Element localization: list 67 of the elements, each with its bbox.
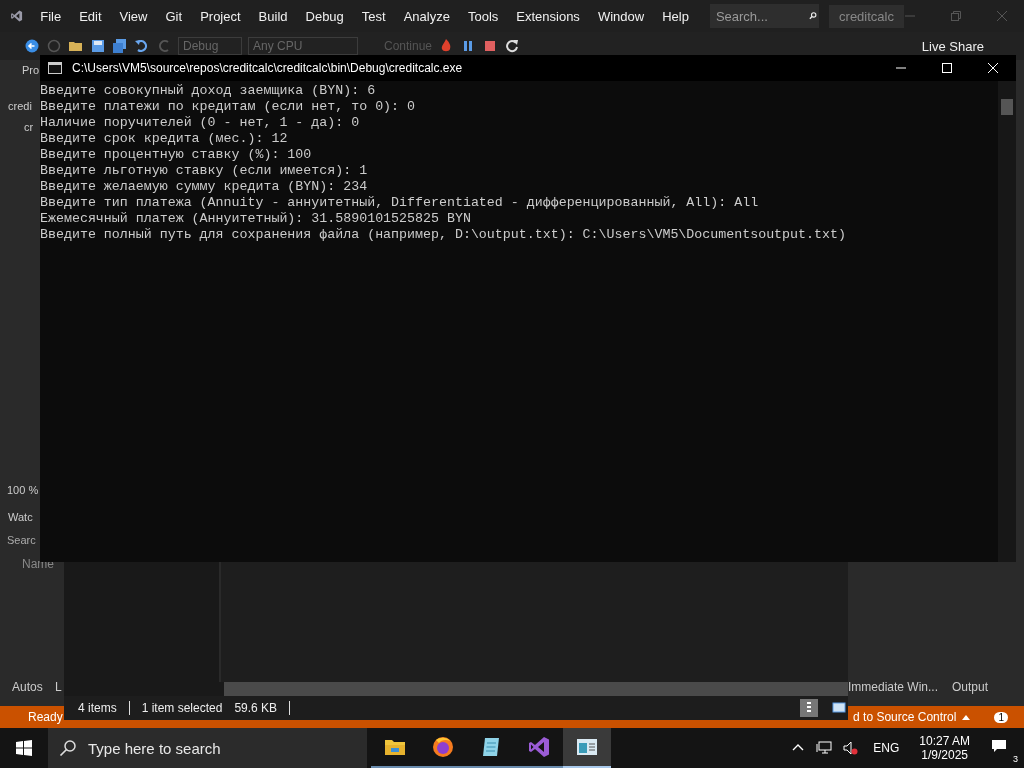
window-title: C:\Users\VM5\source\repos\creditcalc\creditcalc\bin\Debug\creditcalc.exe — [72, 61, 463, 75]
menu-item[interactable]: Extensions — [507, 8, 589, 24]
clock-time[interactable]: 10:27 AM — [919, 734, 970, 748]
search-field[interactable]: Type here to search — [88, 728, 367, 768]
watch-search-field[interactable]: Searc — [7, 534, 36, 546]
taskbar-app[interactable] — [563, 728, 611, 768]
watch-title: Watc — [8, 511, 33, 523]
item-count: 4 items — [78, 701, 117, 715]
live-share-button[interactable]: Live Share — [921, 38, 984, 54]
solution-tree-item[interactable]: credi — [8, 100, 32, 112]
network-icon[interactable] — [816, 740, 833, 756]
language-indicator[interactable]: ENG — [873, 741, 900, 755]
menu-item[interactable]: Debug — [296, 8, 353, 24]
file-size: 59.6 KB — [234, 701, 278, 715]
panel-tab[interactable]: Immediate Win... — [848, 680, 939, 694]
notification-icon[interactable] — [991, 738, 1007, 754]
browser-icon — [431, 735, 455, 759]
menu-item[interactable]: Project — [191, 8, 250, 24]
menu-item[interactable]: Edit — [70, 8, 111, 24]
source-control-button[interactable]: d to Source Control — [853, 710, 957, 724]
panel-tab[interactable]: Output — [952, 680, 989, 694]
selection-info: 1 item selected — [141, 701, 223, 715]
menu-item[interactable]: Test — [352, 8, 395, 24]
clock-date[interactable]: 1/9/2025 — [921, 748, 968, 762]
back-icon[interactable] — [24, 38, 40, 54]
maximize-icon[interactable] — [941, 62, 953, 74]
console-line: Наличие поручителей (0 - нет, 1 - да): 0 — [40, 115, 361, 131]
ide-icon — [527, 735, 551, 759]
console-line: Введите платежи по кредитам (если нет, то 0): 0 — [40, 99, 417, 115]
console-line: Введите полный путь для сохранения файла (например, D:\output.txt): C:\Users\VM5\Documentsoutput.txt) — [40, 227, 847, 243]
muted-speaker-icon[interactable] — [842, 740, 859, 756]
solution-name: creditcalc — [829, 4, 904, 28]
restart-icon[interactable] — [504, 38, 521, 54]
status-text: Ready — [28, 710, 63, 724]
menu-item[interactable]: File — [31, 8, 71, 24]
notification-badge[interactable]: 1 — [994, 711, 1008, 723]
console-line: Введите льготную ставку (если имеется): 1 — [40, 163, 369, 179]
menu-item[interactable]: Window — [588, 8, 654, 24]
menu-item[interactable]: Build — [249, 8, 297, 24]
solution-tree-item[interactable]: cr — [24, 121, 34, 133]
console-line: Введите процентную ставку (%): 100 — [40, 147, 313, 163]
menu-item[interactable]: View — [110, 8, 157, 24]
console-line: Введите совокупный доход заемщика (BYN): 6 — [40, 83, 377, 99]
details-view-icon[interactable] — [800, 699, 818, 717]
undo-icon[interactable] — [134, 38, 150, 54]
menu-item[interactable]: Git — [156, 8, 192, 24]
console-line: Ежемесячный платеж (Аннуитетный): 31.5890101525825 BYN — [40, 211, 472, 227]
save-all-icon[interactable] — [112, 38, 128, 54]
panel-tab[interactable]: L — [55, 680, 62, 694]
menu-item[interactable]: Tools — [458, 8, 508, 24]
menu-item[interactable]: Analyze — [394, 8, 459, 24]
caret-icon[interactable] — [962, 714, 971, 720]
menu-item[interactable]: Help — [653, 8, 698, 24]
notification-count: 3 — [1013, 754, 1018, 764]
console-icon — [48, 62, 62, 74]
search-field[interactable]: Search... — [709, 4, 806, 28]
console-line: Введите тип платежа (Annuity - аннуитетный, Differentiated - дифференцированный, All): All — [40, 195, 760, 211]
search-icon[interactable] — [48, 728, 88, 768]
horizontal-scrollbar[interactable] — [224, 682, 848, 696]
save-icon[interactable] — [90, 38, 106, 54]
project-tab[interactable]: Pro — [22, 64, 40, 76]
console-line: Введите срок кредита (мес.): 12 — [40, 131, 289, 147]
start-icon[interactable] — [16, 740, 32, 756]
panel-tab[interactable]: Autos — [12, 680, 43, 694]
console-line: Введите желаемую сумму кредита (BYN): 234 — [40, 179, 369, 195]
zoom-level[interactable]: 100 % — [7, 484, 39, 496]
vertical-scrollbar[interactable] — [998, 81, 1016, 562]
